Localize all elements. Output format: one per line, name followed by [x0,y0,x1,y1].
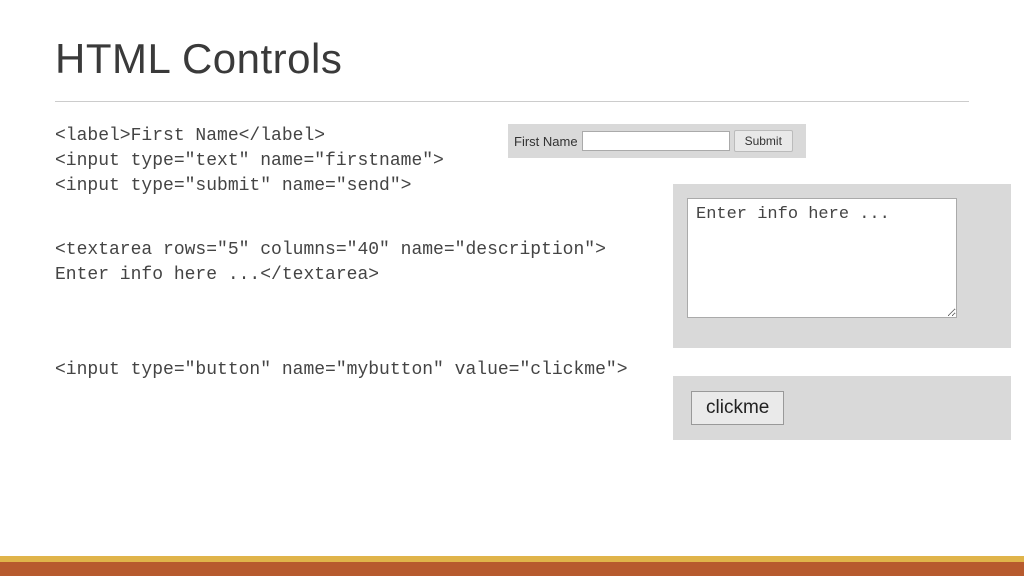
slide: HTML Controls <label>First Name</label> … [0,0,1024,576]
demo-firstname-form: First Name Submit [508,124,806,158]
description-textarea[interactable] [687,198,957,318]
firstname-input[interactable] [582,131,730,151]
slide-footer-bar [0,556,1024,576]
submit-button[interactable]: Submit [734,130,793,152]
content-area: <label>First Name</label> <input type="t… [55,124,969,383]
demo-button-box: clickme [673,376,1011,440]
divider [55,101,969,102]
slide-title: HTML Controls [55,35,969,83]
demo-textarea-box [673,184,1011,348]
firstname-label: First Name [514,134,578,149]
clickme-button[interactable]: clickme [691,391,784,425]
footer-stripe-bottom [0,562,1024,576]
